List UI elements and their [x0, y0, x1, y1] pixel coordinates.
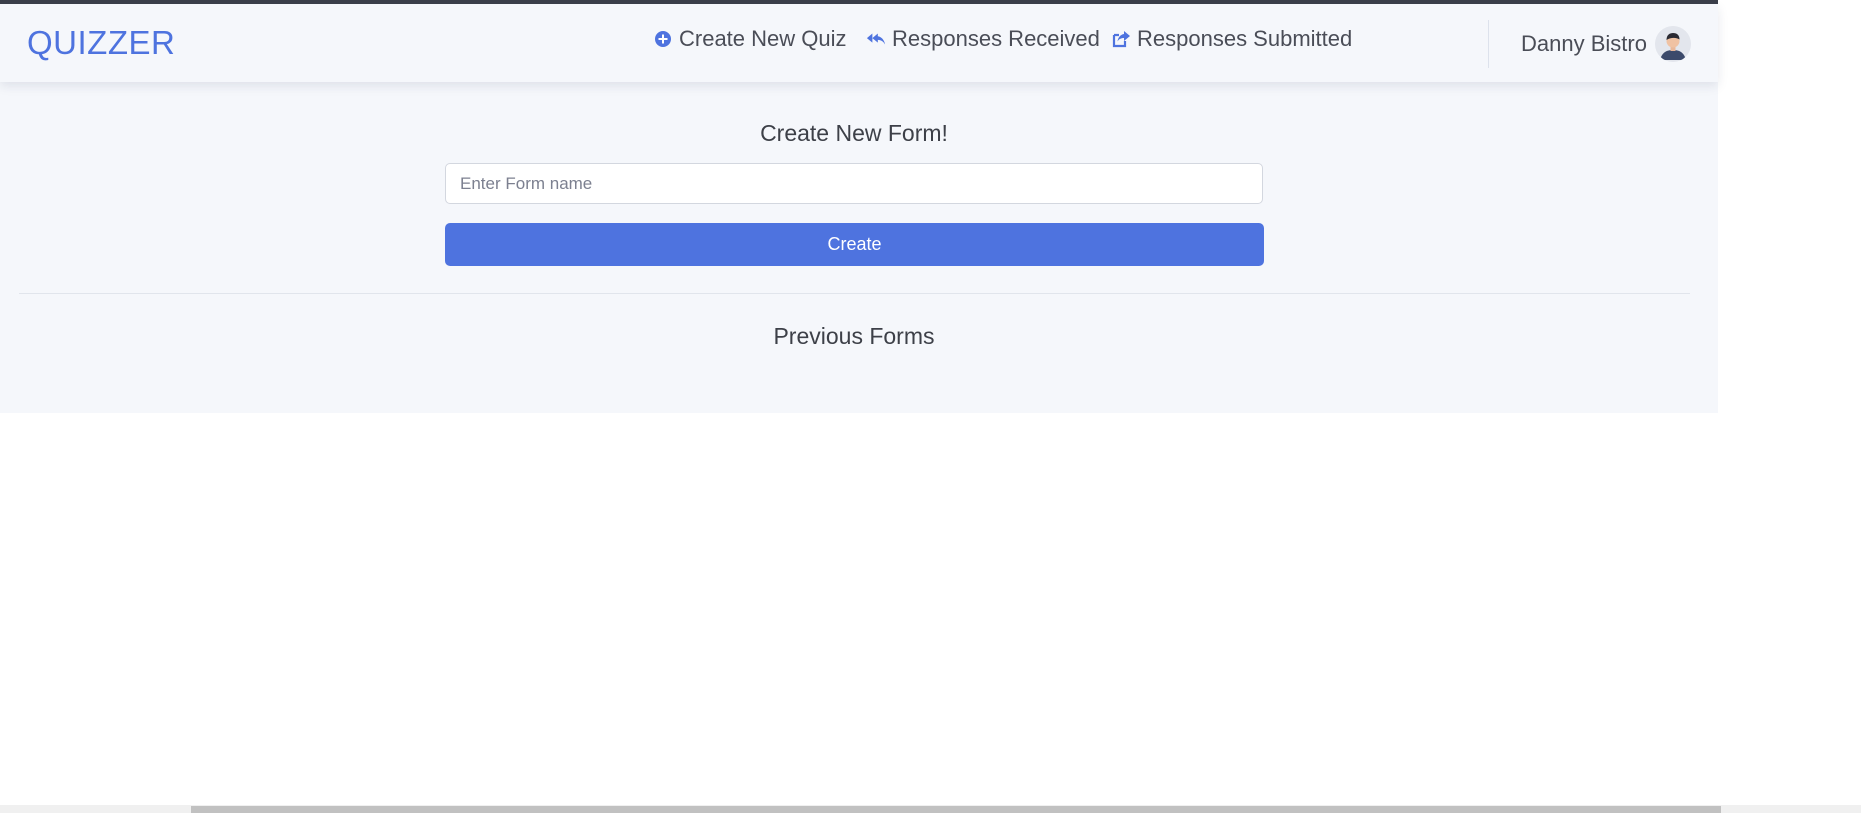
nav-responses-received[interactable]: Responses Received [866, 24, 1100, 54]
previous-forms-heading: Previous Forms [773, 323, 935, 349]
app-container: QUIZZER Create New Quiz Responses Receiv… [0, 4, 1718, 413]
section-divider [19, 293, 1690, 294]
create-form-heading: Create New Form! [760, 120, 948, 146]
nav-create-new-quiz[interactable]: Create New Quiz [653, 24, 847, 54]
user-avatar-icon [1654, 26, 1691, 62]
create-button[interactable]: Create [445, 223, 1264, 266]
user-menu[interactable]: Danny Bistro [1521, 26, 1691, 62]
nav-responses-submitted[interactable]: Responses Submitted [1111, 24, 1352, 54]
horizontal-scrollbar-thumb[interactable] [191, 806, 1721, 813]
top-navbar: QUIZZER Create New Quiz Responses Receiv… [0, 4, 1718, 82]
reply-all-icon [866, 29, 886, 49]
share-square-icon [1111, 29, 1131, 49]
nav-submitted-label: Responses Submitted [1137, 26, 1353, 51]
user-name: Danny Bistro [1521, 31, 1647, 56]
navbar-divider [1488, 20, 1489, 68]
plus-circle-icon [653, 29, 673, 49]
form-name-input[interactable] [445, 163, 1263, 204]
brand-logo[interactable]: QUIZZER [27, 24, 175, 62]
nav-received-label: Responses Received [892, 26, 1100, 51]
nav-create-label: Create New Quiz [679, 26, 847, 51]
